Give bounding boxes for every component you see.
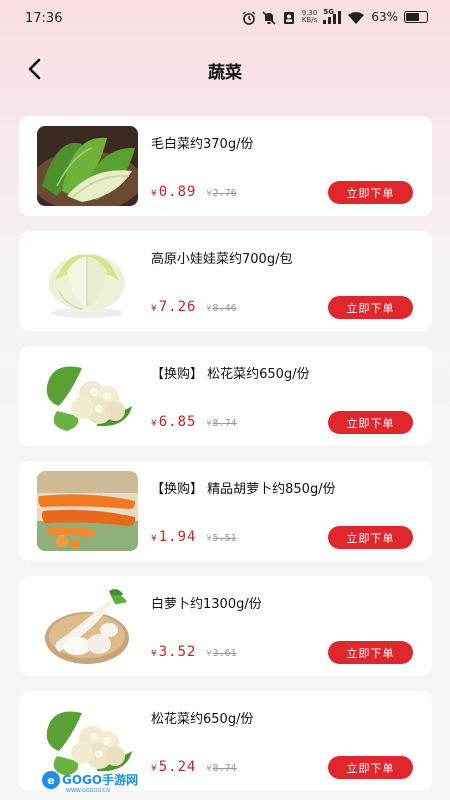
product-image[interactable] [37,356,138,436]
original-currency-symbol: ¥ [206,304,212,313]
currency-symbol: ¥ [151,304,157,314]
watermark-logo: e GOGO手游网 WWW.GOGOO.CN [40,768,140,794]
status-icons: 9.30 KB/s 5G 63% [242,7,428,25]
original-price: 2.76 [212,188,237,199]
product-card[interactable]: 高原小娃娃菜约700g/包 ¥ 7.26 ¥ 8.46 立即下单 [19,231,432,331]
product-card[interactable]: 【换购】 松花菜约650g/份 ¥ 6.85 ¥ 8.74 立即下单 [19,346,432,446]
original-price: 5.51 [212,533,237,544]
page-title: 蔬菜 [208,63,242,83]
original-price: 8.74 [212,418,237,429]
product-name: 毛白菜约370g/份 [151,137,254,152]
mute-icon [262,10,276,25]
buy-now-button[interactable]: 立即下单 [328,411,413,434]
product-image[interactable] [37,586,138,666]
product-card[interactable]: 白萝卜约1300g/份 ¥ 3.52 ¥ 3.61 立即下单 [19,576,432,676]
price-row: ¥ 5.24 ¥ 8.74 [151,759,237,775]
net-speed-unit: KB/s [301,16,318,24]
product-price: 7.26 [158,299,197,315]
product-price: 5.24 [158,759,197,775]
product-image[interactable] [37,241,138,321]
price-row: ¥ 6.85 ¥ 8.74 [151,414,237,430]
network-type: 5G [323,7,334,16]
buy-now-button[interactable]: 立即下单 [328,296,413,319]
signal-indicator: 5G [323,7,342,24]
alarm-icon [242,10,256,25]
original-currency-symbol: ¥ [206,189,212,198]
buy-now-button[interactable]: 立即下单 [328,181,413,204]
baby-cabbage-image [37,241,138,321]
price-row: ¥ 3.52 ¥ 3.61 [151,644,237,660]
currency-symbol: ¥ [151,419,157,429]
product-name: 【换购】 精品胡萝卜约850g/份 [151,482,336,497]
status-bar: 17:36 9.30 KB/s 5G 63% [0,0,450,38]
cauliflower-image [37,356,138,436]
currency-symbol: ¥ [151,189,157,199]
product-price: 6.85 [158,414,197,430]
product-name: 白萝卜约1300g/份 [151,597,262,612]
carrots-image [37,471,138,551]
header: 蔬菜 [0,48,450,90]
product-price: 3.52 [158,644,197,660]
product-card[interactable]: 毛白菜约370g/份 ¥ 0.89 ¥ 2.76 立即下单 [19,116,432,216]
svg-text:WWW.GOGOO.CN: WWW.GOGOO.CN [66,788,110,794]
original-price: 3.61 [212,648,237,659]
product-price: 1.94 [158,529,197,545]
product-name: 【换购】 松花菜约650g/份 [151,367,310,382]
svg-text:e: e [47,774,54,787]
buy-now-button[interactable]: 立即下单 [328,526,413,549]
buy-now-button[interactable]: 立即下单 [328,641,413,664]
original-currency-symbol: ¥ [206,419,212,428]
currency-symbol: ¥ [151,534,157,544]
price-row: ¥ 0.89 ¥ 2.76 [151,184,237,200]
original-currency-symbol: ¥ [206,764,212,773]
product-card[interactable]: 【换购】 精品胡萝卜约850g/份 ¥ 1.94 ¥ 5.51 立即下单 [19,461,432,561]
original-currency-symbol: ¥ [206,534,212,543]
battery-icon [404,11,428,23]
svg-text:GOGO手游网: GOGO手游网 [62,772,138,787]
product-list: 毛白菜约370g/份 ¥ 0.89 ¥ 2.76 立即下单 高原小娃娃菜约700… [19,116,432,800]
status-time: 17:36 [25,11,63,26]
price-row: ¥ 7.26 ¥ 8.46 [151,299,237,315]
napa-cabbage-image [37,126,138,206]
price-row: ¥ 1.94 ¥ 5.51 [151,529,237,545]
product-name: 松花菜约650g/份 [151,712,254,727]
product-name: 高原小娃娃菜约700g/包 [151,252,293,267]
white-radish-image [37,586,138,666]
original-price: 8.74 [212,763,237,774]
original-price: 8.46 [212,303,237,314]
sim-icon [282,10,296,24]
currency-symbol: ¥ [151,764,157,774]
product-image[interactable] [37,126,138,206]
wifi-icon [347,10,365,24]
product-image[interactable] [37,471,138,551]
battery-fill [406,13,419,21]
buy-now-button[interactable]: 立即下单 [328,756,413,779]
currency-symbol: ¥ [151,649,157,659]
original-currency-symbol: ¥ [206,649,212,658]
product-price: 0.89 [158,184,197,200]
battery-percent: 63% [371,10,398,24]
net-speed: 9.30 KB/s [302,10,318,24]
